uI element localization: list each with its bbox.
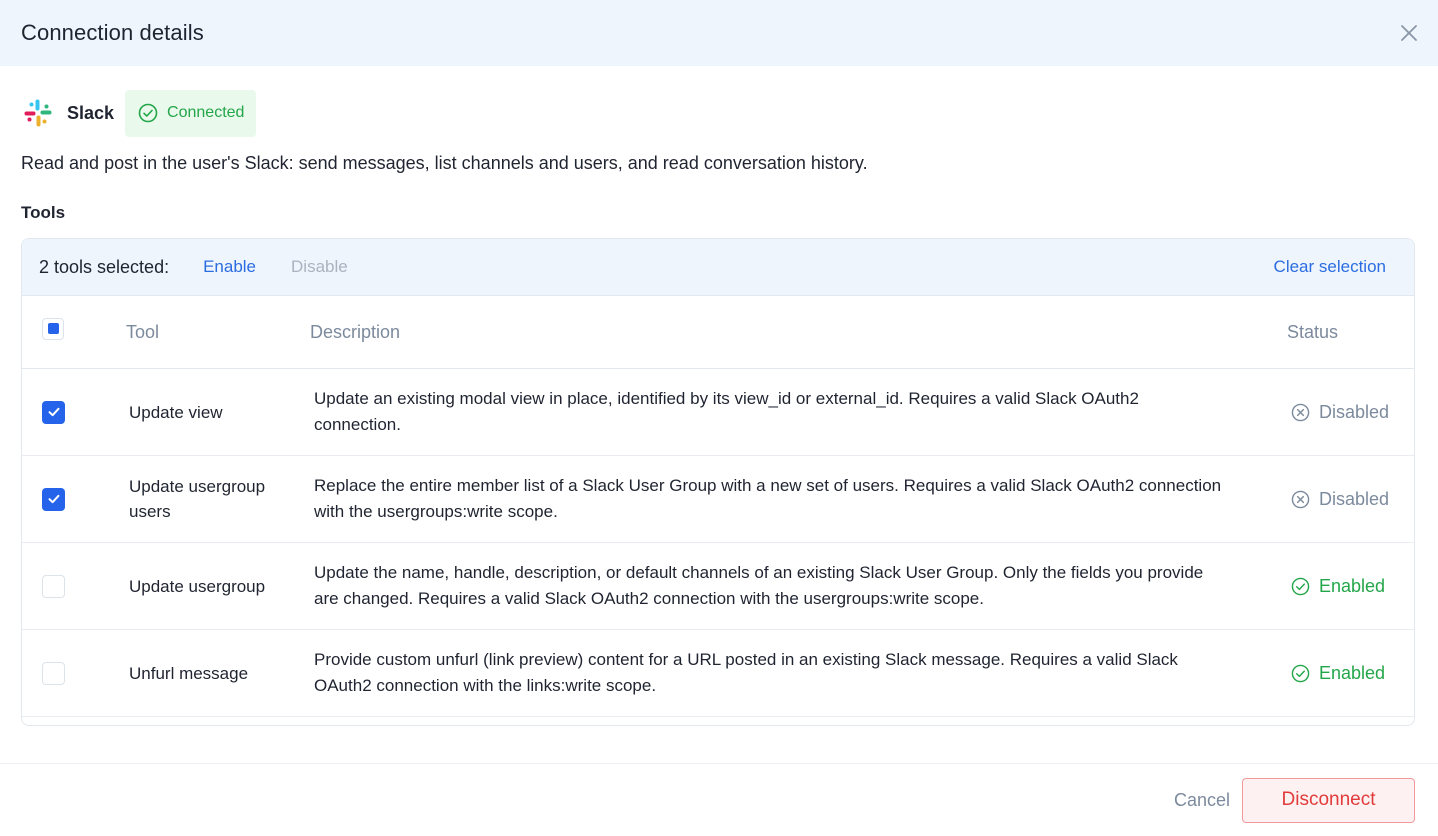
check-circle-icon: [138, 103, 158, 123]
tool-name: Update usergroup users: [129, 477, 266, 521]
table-header: Tool Description Status: [22, 296, 1414, 369]
disconnect-button[interactable]: Disconnect: [1242, 777, 1415, 823]
tool-description: Update the name, handle, description, or…: [314, 563, 1204, 608]
tool-name: Unfurl message: [129, 663, 249, 683]
table-rows: Update view Update an existing modal vie…: [22, 369, 1414, 725]
tool-status-label: Disabled: [1319, 401, 1390, 422]
clear-selection-button[interactable]: Clear selection: [1274, 257, 1386, 277]
tool-description: Provide custom unfurl (link preview) con…: [314, 650, 1178, 695]
select-all-checkbox[interactable]: [42, 317, 64, 340]
modal-body: Slack Connected Read and post in the use…: [0, 89, 1438, 726]
tool-status: Disabled: [1250, 489, 1410, 510]
row-checkbox[interactable]: [42, 400, 65, 424]
tool-name: Update usergroup: [129, 576, 266, 596]
tool-status: Enabled: [1250, 663, 1410, 684]
modal-title: Connection details: [21, 20, 204, 45]
tool-status-label: Enabled: [1319, 662, 1386, 683]
close-button[interactable]: [1398, 22, 1420, 44]
check-circle-icon: [1291, 664, 1310, 682]
slack-logo-icon: [24, 99, 52, 127]
disable-selected-button[interactable]: Disable: [291, 257, 348, 277]
cancel-button[interactable]: Cancel: [1174, 790, 1230, 811]
table-row: Update usergroup Update the name, handle…: [22, 543, 1414, 630]
checkmark-icon: [48, 494, 59, 504]
table-row: [22, 717, 1414, 725]
selection-toolbar: 2 tools selected: Enable Disable Clear s…: [22, 239, 1414, 296]
modal-header: Connection details: [0, 0, 1438, 66]
connection-status-label: Connected: [167, 104, 245, 121]
column-header-tool: Tool: [126, 321, 160, 342]
app-name: Slack: [67, 102, 115, 123]
row-checkbox[interactable]: [42, 574, 65, 598]
selected-count: 2 tools selected:: [39, 256, 170, 277]
check-circle-icon: [1291, 577, 1310, 595]
table-row: Unfurl message Provide custom unfurl (li…: [22, 630, 1414, 717]
close-icon: [1401, 25, 1417, 41]
connection-status-badge: Connected: [125, 89, 257, 137]
row-checkbox[interactable]: [42, 661, 65, 685]
tool-status: Disabled: [1250, 402, 1410, 423]
modal-footer: Cancel Disconnect: [0, 763, 1438, 836]
tool-name: Update view: [129, 402, 223, 422]
checkmark-icon: [48, 407, 59, 417]
table-row: Update view Update an existing modal vie…: [22, 369, 1414, 456]
tools-section-title: Tools: [21, 203, 66, 222]
column-header-description: Description: [310, 321, 401, 342]
app-description: Read and post in the user's Slack: send …: [21, 153, 868, 173]
column-header-status: Status: [1287, 321, 1339, 342]
x-circle-icon: [1291, 490, 1310, 508]
tool-status-label: Disabled: [1319, 488, 1390, 509]
enable-selected-button[interactable]: Enable: [203, 257, 256, 277]
tools-table: 2 tools selected: Enable Disable Clear s…: [21, 238, 1415, 726]
tool-description: Update an existing modal view in place, …: [314, 389, 1139, 434]
tool-status-label: Enabled: [1319, 575, 1386, 596]
row-checkbox[interactable]: [42, 487, 65, 511]
table-row: Update usergroup users Replace the entir…: [22, 456, 1414, 543]
connection-details-modal: Connection details Slack Connected Read …: [0, 0, 1438, 836]
x-circle-icon: [1291, 403, 1310, 421]
app-info: Slack Connected: [21, 89, 1417, 137]
tool-description: Replace the entire member list of a Slac…: [314, 476, 1222, 521]
tool-status: Enabled: [1250, 576, 1410, 597]
